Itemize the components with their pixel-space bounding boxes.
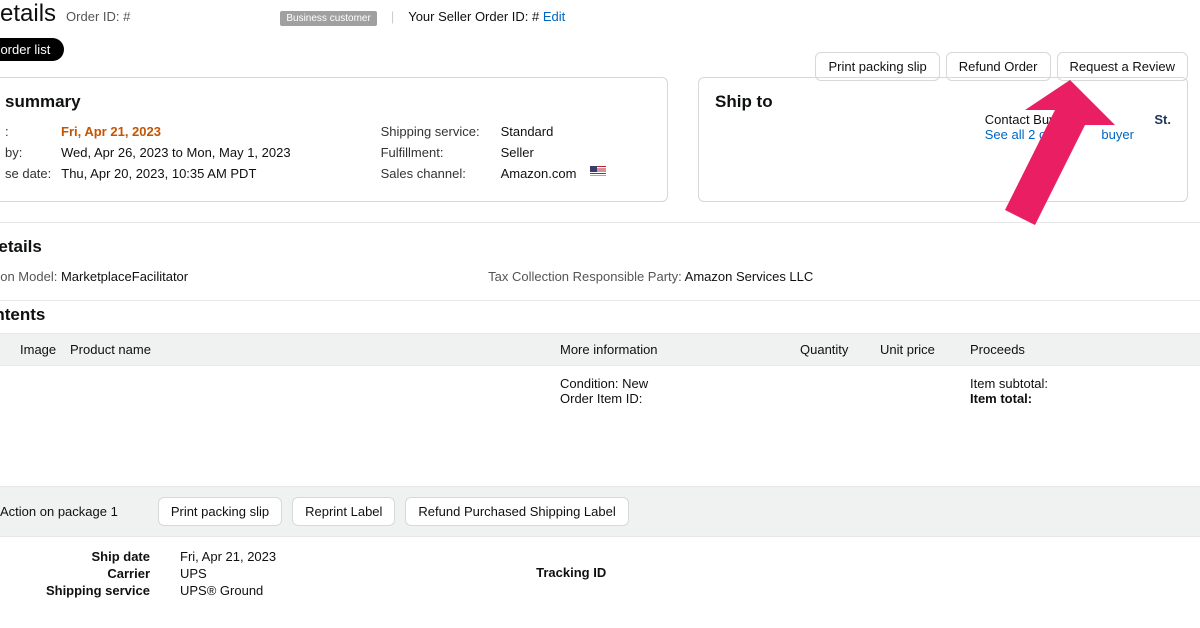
us-flag-icon <box>590 166 606 177</box>
condition-value: New <box>622 376 648 391</box>
summary-value: Amazon.com <box>501 166 577 181</box>
summary-key: se date: <box>5 166 51 181</box>
summary-key: : <box>5 124 51 139</box>
summary-key: Fulfillment: <box>381 145 491 160</box>
back-to-order-list-button[interactable]: to order list <box>0 38 64 61</box>
th-more-info: More information <box>560 342 800 357</box>
summary-key: Shipping service: <box>381 124 491 139</box>
carrier-label: Carrier <box>0 566 150 581</box>
contact-buyer-label: Contact Buyer: <box>985 112 1071 127</box>
order-summary-title: summary <box>5 92 651 112</box>
tax-party-label: Tax Collection Responsible Party: <box>488 269 682 284</box>
refund-shipping-label-button[interactable]: Refund Purchased Shipping Label <box>405 497 628 526</box>
action-on-package-label: Action on package 1 <box>0 504 118 519</box>
ship-address-fragment: St. <box>1154 112 1171 127</box>
order-id-label: Order ID: # <box>66 9 130 24</box>
th-quantity: Quantity <box>800 342 880 357</box>
seller-order-id: Your Seller Order ID: # Edit <box>408 9 565 24</box>
carrier-value: UPS <box>180 566 276 581</box>
item-subtotal-label: Item subtotal: <box>970 376 1200 391</box>
th-image: Image <box>0 342 70 357</box>
package-title: 1 <box>0 456 1200 476</box>
divider: | <box>387 9 398 24</box>
see-all-orders-link[interactable]: See all 2 ord <box>985 127 1058 142</box>
tax-party-value: Amazon Services LLC <box>685 269 814 284</box>
ship-to-card: Ship to Contact Buyer: St. See all 2 ord… <box>698 77 1188 202</box>
summary-value: Thu, Apr 20, 2023, 10:35 AM PDT <box>61 166 256 181</box>
seller-order-id-label: Your Seller Order ID: # <box>408 9 539 24</box>
tracking-id-label: Tracking ID <box>536 549 606 600</box>
shipping-service-value: UPS® Ground <box>180 583 276 598</box>
ship-date-value: Fri, Apr 21, 2023 <box>180 549 276 564</box>
summary-value: Standard <box>501 124 554 139</box>
tax-model-value: MarketplaceFacilitator <box>61 269 188 284</box>
business-customer-badge: Business customer <box>280 11 376 26</box>
buyer-link-fragment[interactable]: buyer <box>1101 127 1134 142</box>
reprint-label-button[interactable]: Reprint Label <box>292 497 395 526</box>
summary-value: Fri, Apr 21, 2023 <box>61 124 161 139</box>
summary-value: Wed, Apr 26, 2023 to Mon, May 1, 2023 <box>61 145 291 160</box>
divider <box>0 300 1200 301</box>
package-action-bar: Action on package 1 Print packing slip R… <box>0 486 1200 537</box>
summary-key: Sales channel: <box>381 166 491 181</box>
item-total-label: Item total: <box>970 391 1200 406</box>
divider <box>0 222 1200 223</box>
ship-date-label: Ship date <box>0 549 150 564</box>
tax-details-title: details <box>0 237 1200 257</box>
condition-label: Condition: <box>560 376 619 391</box>
page-title: r details <box>0 0 56 28</box>
order-item-id-label: Order Item ID: <box>560 391 800 406</box>
th-unit-price: Unit price <box>880 342 970 357</box>
order-contents-title: ontents <box>0 305 1200 325</box>
package-print-packing-slip-button[interactable]: Print packing slip <box>158 497 282 526</box>
tax-model-label: ection Model: <box>0 269 57 284</box>
contents-table-header: Image Product name More information Quan… <box>0 333 1200 366</box>
summary-value: Seller <box>501 145 534 160</box>
order-summary-card: summary : Fri, Apr 21, 2023 by: Wed, Apr 2… <box>0 77 668 202</box>
shipping-service-label: Shipping service <box>0 583 150 598</box>
summary-key: by: <box>5 145 51 160</box>
edit-link[interactable]: Edit <box>543 9 565 24</box>
th-proceeds: Proceeds <box>970 342 1200 357</box>
table-row: Condition: New Order Item ID: Item subto… <box>0 366 1200 416</box>
th-product-name: Product name <box>70 342 560 357</box>
ship-to-title: Ship to <box>715 92 1171 112</box>
